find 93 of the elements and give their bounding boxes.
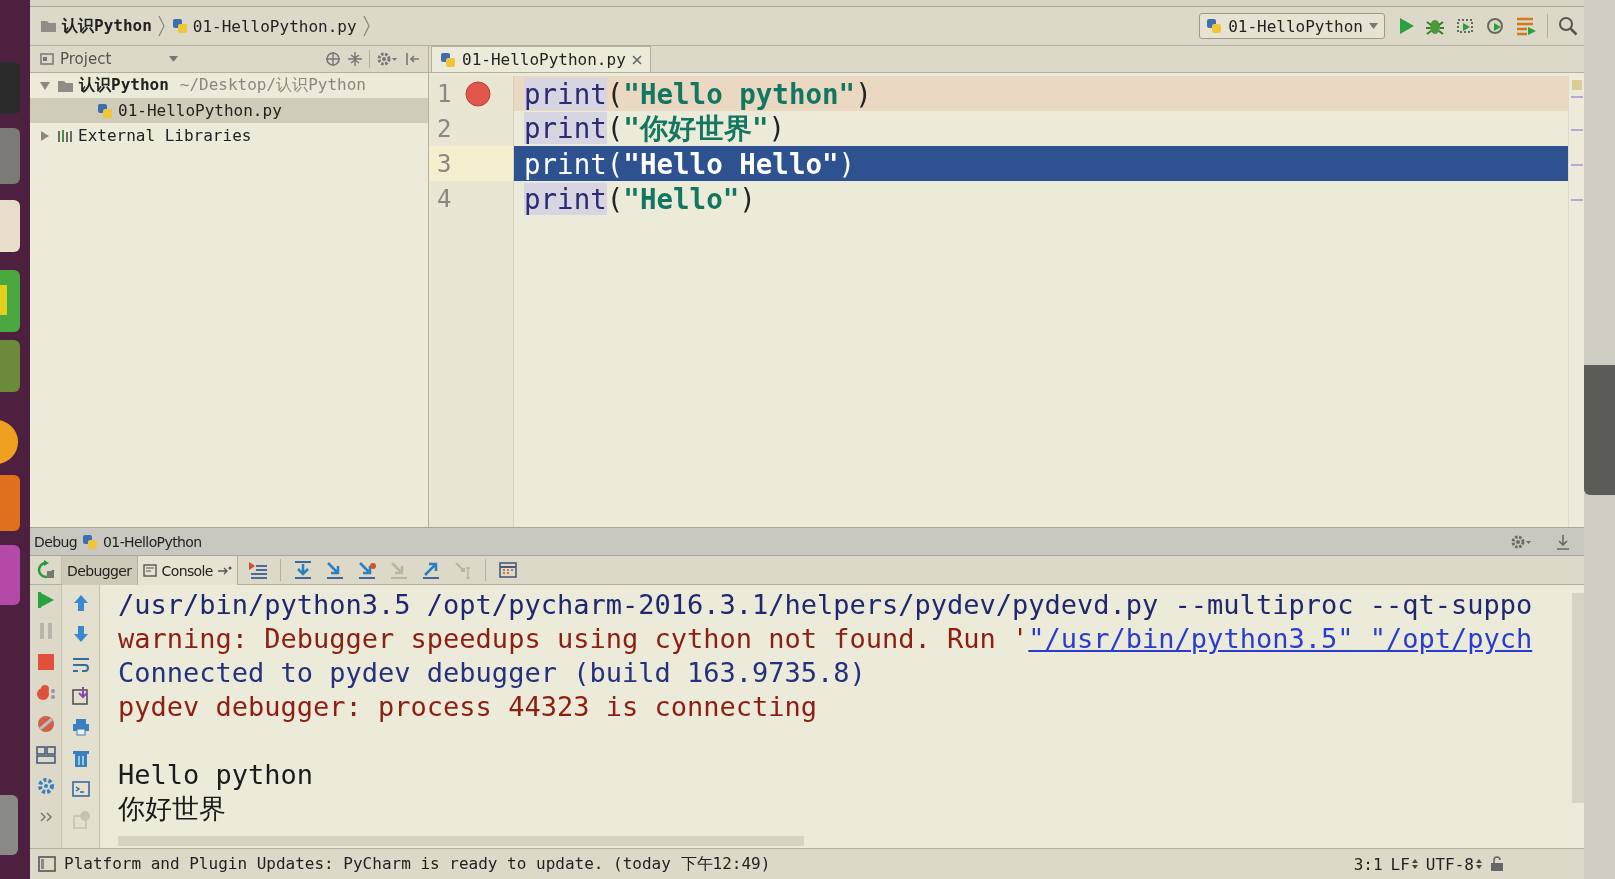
tree-item-label: External Libraries (78, 126, 252, 145)
close-icon[interactable] (631, 54, 642, 65)
console-icon (142, 564, 157, 577)
folder-icon (40, 19, 57, 33)
status-marker[interactable] (1572, 80, 1582, 90)
tree-item-label: 认识Python (79, 75, 169, 96)
new-watch-icon (70, 810, 91, 830)
library-icon (57, 128, 73, 143)
python-file-icon (440, 51, 456, 68)
line-number: 1 (437, 79, 452, 108)
search-icon[interactable] (1558, 16, 1578, 36)
console-line: Hello python (118, 759, 314, 790)
python-file-icon (97, 102, 113, 119)
stripe-marker[interactable] (1571, 96, 1583, 98)
up-down-icon[interactable] (1411, 858, 1418, 870)
console-line: /usr/bin/python3.5 /opt/pycharm-2016.3.1/helpers/pydev/pydevd.py --multiproc --qt-suppo (118, 589, 1533, 620)
line-number: 3 (437, 149, 452, 178)
debug-tab[interactable]: Debugger (62, 556, 138, 585)
breakpoint-icon[interactable] (465, 80, 492, 107)
line-separator-selector[interactable]: LF (1390, 854, 1418, 874)
target-icon[interactable] (325, 51, 341, 67)
gear-icon[interactable] (1510, 533, 1532, 550)
pin-tab-icon (217, 565, 232, 576)
python-file-icon (1206, 18, 1223, 34)
status-message[interactable]: Platform and Plugin Updates: PyCharm is ready to update. (today 下午12:49) (64, 853, 771, 875)
scrollbar[interactable] (1572, 593, 1584, 803)
breadcrumb-item[interactable]: 认识Python (62, 15, 152, 37)
trash-icon[interactable] (70, 748, 91, 768)
caret-position[interactable]: 3:1 (1353, 854, 1383, 874)
stop-icon[interactable] (35, 652, 56, 672)
console-line: pydev debugger: process 44323 is connecting (118, 691, 817, 722)
project-icon (40, 52, 54, 66)
python-file-icon (82, 533, 99, 550)
up-down-icon[interactable] (1476, 858, 1482, 870)
step-into-my-code-icon[interactable] (356, 560, 377, 580)
mute-breakpoints-icon[interactable] (35, 714, 56, 734)
show-execution-icon[interactable] (247, 560, 268, 580)
python-file-icon (171, 18, 188, 34)
layout-icon[interactable] (35, 745, 56, 765)
code-line: print("Hello Hello") (524, 147, 856, 180)
tree-item[interactable]: 01-HelloPython.py (30, 98, 428, 123)
terminal-icon[interactable] (70, 779, 91, 799)
tool-windows-icon[interactable] (38, 855, 56, 873)
folder-icon (57, 78, 74, 93)
step-out-icon[interactable] (420, 560, 441, 580)
lock-icon[interactable] (1490, 856, 1504, 872)
code-line: print("你好世界") (524, 110, 786, 146)
step-into-icon[interactable] (324, 560, 345, 580)
tree-item-label: 01-HelloPython.py (118, 101, 282, 120)
gear-icon[interactable] (35, 776, 56, 796)
stripe-marker[interactable] (1571, 129, 1583, 131)
console-line: 你好世界 (118, 793, 226, 824)
step-over-icon[interactable] (292, 560, 313, 580)
hide-panel-icon[interactable] (404, 51, 420, 67)
debug-tab[interactable]: Console (137, 556, 238, 585)
collapse-arrow-icon[interactable] (40, 80, 50, 91)
scroll-to-end-icon[interactable] (70, 686, 91, 706)
line-number: 4 (437, 184, 452, 213)
run-icon[interactable] (1399, 17, 1415, 35)
resume-icon[interactable] (35, 590, 56, 610)
tree-item[interactable]: External Libraries (30, 123, 428, 148)
tree-item[interactable]: 认识Python ~/Desktop/认识Python (30, 73, 428, 98)
editor-tab[interactable]: 01-HelloPython.py (431, 46, 651, 72)
profile-icon[interactable] (1485, 16, 1505, 36)
console-link[interactable]: "/usr/bin/python3.5" "/opt/pych (1028, 623, 1533, 654)
chevron-icon (361, 15, 371, 37)
expand-arrow-icon[interactable] (40, 130, 50, 141)
line-number: 2 (437, 114, 452, 143)
hide-panel-icon[interactable] (1556, 533, 1570, 550)
caret-icon (169, 56, 178, 62)
console-line: Connected to pydev debugger (build 163.9735.8) (118, 657, 866, 688)
list-run-icon[interactable] (1515, 16, 1537, 36)
print-icon[interactable] (70, 717, 91, 737)
view-breakpoints-icon[interactable] (35, 683, 56, 703)
evaluate-icon[interactable] (497, 560, 518, 580)
code-line: print("Hello python") (524, 77, 872, 110)
debug-config-name: 01-HelloPython (103, 533, 202, 550)
soft-wrap-icon[interactable] (70, 655, 91, 675)
chevron-icon (156, 15, 166, 37)
tree-item-path: ~/Desktop/认识Python (179, 75, 366, 96)
stripe-marker[interactable] (1571, 164, 1583, 166)
breadcrumb-item[interactable]: 01-HelloPython.py (192, 16, 357, 36)
code-line: print("Hello") (524, 182, 756, 215)
gear-icon[interactable] (376, 51, 398, 67)
rerun-icon[interactable] (35, 560, 56, 580)
stripe-marker[interactable] (1571, 199, 1583, 201)
collapse-all-icon[interactable] (347, 51, 363, 67)
panel-title: Debug (34, 533, 78, 550)
run-config-dropdown[interactable]: 01-HelloPython (1199, 13, 1385, 39)
console-line: warning: Debugger speedups using cython not found. Run '"/usr/bin/python3.5" "/opt/pych (118, 623, 1533, 654)
caret-icon (1369, 23, 1378, 29)
encoding-selector[interactable]: UTF-8 (1425, 854, 1482, 874)
coverage-icon[interactable] (1455, 16, 1475, 36)
